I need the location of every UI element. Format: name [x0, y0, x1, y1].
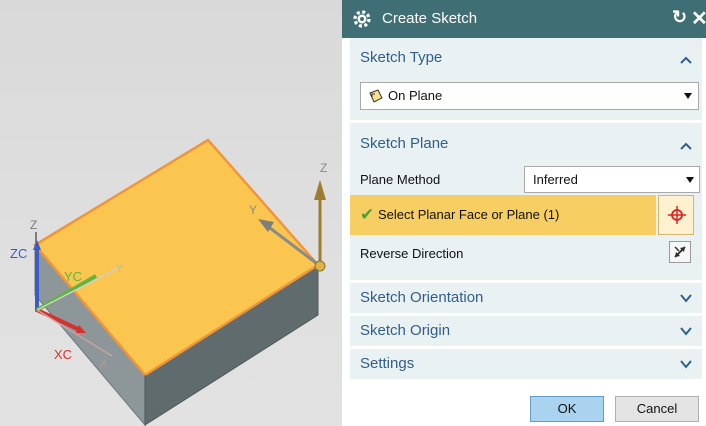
plane-method-select[interactable]: Inferred	[524, 166, 700, 193]
gear-icon	[353, 10, 371, 28]
reverse-direction-button[interactable]	[669, 241, 691, 263]
chevron-down-icon[interactable]	[679, 359, 693, 369]
plane-method-label: Plane Method	[360, 172, 441, 187]
reverse-direction-icon	[674, 246, 686, 258]
sketch-origin-title: Sketch Origin	[360, 322, 451, 339]
chevron-up-icon[interactable]	[679, 141, 693, 151]
sketch-origin-group[interactable]: Sketch Origin	[350, 316, 702, 346]
csys-z-arrow	[314, 180, 326, 200]
settings-title: Settings	[360, 355, 415, 372]
select-planar-face-label: Select Planar Face or Plane (1)	[378, 207, 560, 222]
reset-icon[interactable]: ↻	[672, 7, 687, 28]
chevron-down-icon	[684, 93, 692, 99]
point-crosshair-icon	[668, 206, 686, 224]
sketch-type-value: On Plane	[388, 88, 443, 103]
dialog-title: Create Sketch	[382, 10, 478, 27]
left-z-label: Z	[30, 218, 37, 232]
graphics-viewport[interactable]: Z ZC YC XC Y X Z Y	[0, 0, 342, 426]
x-ghost-label: X	[100, 358, 108, 370]
sketch-type-select[interactable]: On Plane	[360, 82, 699, 110]
chevron-down-icon[interactable]	[679, 326, 693, 336]
y-ghost-label: Y	[116, 263, 124, 275]
create-sketch-dialog: Create Sketch ↻ ✕ Sketch Type On Plane S…	[342, 0, 706, 426]
sketch-type-group: Sketch Type On Plane	[350, 38, 702, 120]
sketch-orientation-group[interactable]: Sketch Orientation	[350, 283, 702, 313]
check-icon: ✔	[360, 205, 375, 224]
chevron-down-icon	[686, 177, 694, 183]
yc-label: YC	[64, 269, 82, 284]
dialog-titlebar[interactable]: Create Sketch ↻ ✕	[342, 0, 706, 38]
ok-button[interactable]: OK	[530, 396, 604, 422]
plane-method-value: Inferred	[533, 172, 578, 187]
model-view[interactable]: Z ZC YC XC Y X Z Y	[0, 0, 342, 426]
sketch-plane-icon	[369, 89, 383, 103]
csys-z-label: Z	[320, 161, 327, 175]
cancel-button[interactable]: Cancel	[615, 396, 699, 422]
sketch-type-title[interactable]: Sketch Type	[360, 49, 442, 66]
reverse-direction-label: Reverse Direction	[360, 246, 464, 261]
csys-y-label: Y	[249, 203, 257, 217]
point-dialog-button[interactable]	[658, 195, 694, 235]
select-planar-face-row[interactable]: ✔ Select Planar Face or Plane (1)	[350, 195, 656, 235]
settings-group[interactable]: Settings	[350, 349, 702, 379]
xc-label: XC	[54, 347, 72, 362]
chevron-down-icon[interactable]	[679, 293, 693, 303]
close-icon[interactable]: ✕	[691, 6, 706, 31]
chevron-up-icon[interactable]	[679, 55, 693, 65]
zc-label: ZC	[10, 246, 27, 261]
sketch-plane-title[interactable]: Sketch Plane	[360, 135, 448, 152]
csys-origin[interactable]	[314, 260, 326, 272]
sketch-orientation-title: Sketch Orientation	[360, 289, 484, 306]
